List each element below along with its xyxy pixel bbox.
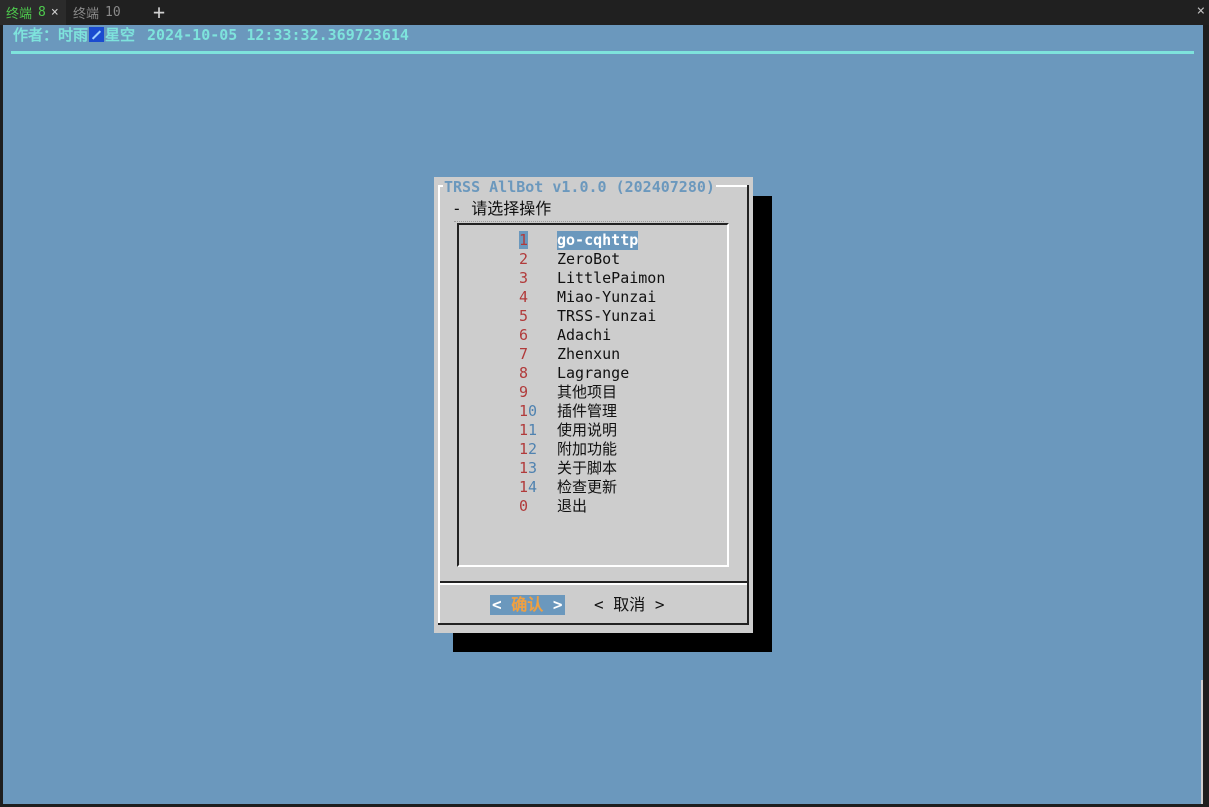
menu-item-label: go-cqhttp: [557, 231, 639, 250]
menu-item-label: Miao-Yunzai: [557, 288, 657, 306]
tab-terminal-10[interactable]: 终端 10: [67, 0, 135, 25]
cancel-button[interactable]: < 取消 >: [594, 595, 665, 615]
menu-item-label: LittlePaimon: [557, 269, 666, 287]
menu-item-trss-yunzai[interactable]: 5 TRSS-Yunzai: [459, 307, 727, 326]
menu-item-tag: 1: [519, 231, 529, 249]
menu-item-tag: 4: [519, 288, 529, 306]
tab-close-icon[interactable]: ×: [51, 5, 59, 20]
menu-item-label: 附加功能: [557, 440, 618, 458]
menu-item-label: 退出: [557, 497, 588, 515]
menu-item-label: 关于脚本: [557, 459, 618, 477]
menu-item-tag: 7: [519, 345, 529, 363]
menu-item-instructions[interactable]: 11 使用说明: [459, 421, 727, 440]
dialog-title: TRSS AllBot v1.0.0 (202407280): [443, 178, 716, 196]
tab-bar: 终端 8 × 终端 10 + ×: [0, 0, 1209, 25]
menu-item-tag: 12: [519, 440, 538, 458]
terminal-area[interactable]: 作者：时雨 星空 2024-10-05 12:33:32.369723614 TRS…: [3, 25, 1203, 804]
confirm-button[interactable]: < 确认 >: [490, 595, 565, 615]
author-name: 作者：时雨: [13, 26, 89, 44]
dialog-border-left: [438, 185, 440, 625]
menu-item-tag: 3: [519, 269, 529, 287]
menu-item-adachi[interactable]: 6 Adachi: [459, 326, 727, 345]
menu-item-check-updates[interactable]: 14 检查更新: [459, 478, 727, 497]
tab-number: 10: [105, 5, 121, 20]
menu-item-label: 检查更新: [557, 478, 618, 496]
window-close-icon[interactable]: ×: [1197, 3, 1205, 19]
menu-item-tag: 10: [519, 402, 538, 420]
scrollbar-thumb[interactable]: [1201, 680, 1203, 804]
menu-item-extra-features[interactable]: 12 附加功能: [459, 440, 727, 459]
menu-item-plugin-management[interactable]: 10 插件管理: [459, 402, 727, 421]
dialog-border-bottom: [438, 623, 749, 625]
menu-item-label: ZeroBot: [557, 250, 621, 268]
star-emoji-icon: [89, 27, 105, 42]
menu-item-tag: 2: [519, 250, 529, 268]
menu-dialog: TRSS AllBot v1.0.0 (202407280) - 请选择操作 1…: [434, 177, 753, 633]
menu-item-label: Lagrange: [557, 364, 630, 382]
menu-item-exit[interactable]: 0 退出: [459, 497, 727, 516]
menu-item-label: 插件管理: [557, 402, 618, 420]
menu-item-miao-yunzai[interactable]: 4 Miao-Yunzai: [459, 288, 727, 307]
menu-item-tag: 8: [519, 364, 529, 382]
menu-item-tag: 6: [519, 326, 529, 344]
menu-item-tag: 14: [519, 478, 538, 496]
menu-item-label: 其他项目: [557, 383, 618, 401]
menu-item-other-projects[interactable]: 9 其他项目: [459, 383, 727, 402]
menu-item-about-script[interactable]: 13 关于脚本: [459, 459, 727, 478]
tab-number: 8: [38, 5, 46, 20]
menu-item-littlepaimon[interactable]: 3 LittlePaimon: [459, 269, 727, 288]
menu-item-label: 使用说明: [557, 421, 618, 439]
dialog-border-right: [747, 185, 749, 625]
header-divider: [11, 51, 1194, 54]
dialog-prompt: - 请选择操作: [452, 199, 552, 218]
menu-item-tag: 9: [519, 383, 529, 401]
menu-item-tag: 5: [519, 307, 529, 325]
tab-label: 终端: [73, 7, 100, 22]
menu-item-zhenxun[interactable]: 7 Zhenxun: [459, 345, 727, 364]
author-suffix: 星空: [105, 26, 136, 44]
menu-item-lagrange[interactable]: 8 Lagrange: [459, 364, 727, 383]
menu-item-label: Zhenxun: [557, 345, 621, 363]
menu-item-label: Adachi: [557, 326, 612, 344]
menu-item-tag: 13: [519, 459, 538, 477]
menu-item-tag: 0: [519, 497, 529, 515]
menu-item-go-cqhttp[interactable]: 1 go-cqhttp: [459, 231, 727, 250]
tab-terminal-8[interactable]: 终端 8 ×: [0, 0, 66, 25]
menu-item-tag: 11: [519, 421, 538, 439]
menu-item-zerobot[interactable]: 2 ZeroBot: [459, 250, 727, 269]
menu-list[interactable]: 1 go-cqhttp 2 ZeroBot 3 LittlePaimon 4 M…: [457, 223, 729, 567]
author-line: 作者：时雨 星空 2024-10-05 12:33:32.369723614: [13, 25, 409, 45]
tab-label: 终端: [6, 7, 33, 22]
new-tab-plus-icon[interactable]: +: [150, 2, 168, 22]
datetime: 2024-10-05 12:33:32.369723614: [147, 26, 409, 44]
button-separator: [440, 583, 747, 585]
menu-item-label: TRSS-Yunzai: [557, 307, 657, 325]
